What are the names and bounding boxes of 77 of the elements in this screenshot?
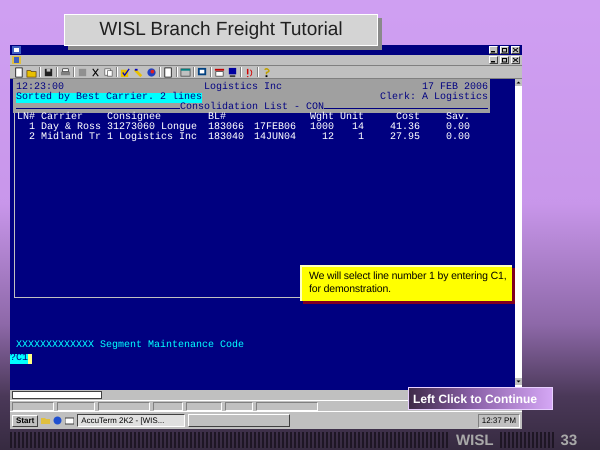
input-field[interactable] [12,391,102,399]
continue-button[interactable]: Left Click to Continue [408,387,553,410]
help-icon[interactable] [261,66,272,78]
table-cell-text: 0.00 [444,133,470,143]
app-icon [12,46,21,54]
table-cell-text: 183040 [208,133,246,143]
table-cell-text: 1 Logistics Inc [107,133,198,143]
table-cell-text: 1 [356,133,364,143]
table-cell-text: Day & Ross [41,123,102,133]
date-text: 17 FEB 2006 [422,83,488,93]
callout-note: We will select line number 1 by entering C1, for demonstration. [300,265,512,301]
page-icon[interactable] [163,66,174,78]
alert-icon[interactable] [244,66,255,78]
table-cell-text: 1000 [308,123,334,133]
sort-note: Sorted by Best Carrier. 2 lines [16,93,202,103]
column-header: Cost [396,113,420,123]
scrollbar[interactable] [515,79,522,390]
scroll-up-icon[interactable] [515,79,522,86]
status-panel [57,402,95,410]
globe-icon[interactable] [53,416,62,425]
status-panel [225,402,253,410]
status-panel [256,402,318,410]
globe-icon[interactable] [146,66,157,78]
terminal-icon[interactable] [214,66,225,78]
close-icon [512,57,519,63]
table-cell-text: 41.36 [388,123,420,133]
status-panel [12,402,54,410]
check-icon[interactable] [120,66,131,78]
table-cell-text: 14 [350,123,364,133]
table-cell-text: 12 [320,133,334,143]
column-header: LN# [17,113,36,123]
document-icon [12,56,21,64]
copy-icon[interactable] [103,66,114,78]
brand-text: WISL [456,432,494,448]
clerk-text: Clerk: A Logistics [380,93,488,103]
taskbar-task[interactable]: AccuTerm 2K2 - [WIS... [77,414,186,427]
time-text: 12:23:00 [16,83,64,93]
list-title: Consolidation List - CON [180,103,324,113]
printer-icon[interactable] [60,66,71,78]
table-cell-text: Midland Tr [41,133,102,143]
table-cell-text: 183066 [208,123,246,133]
start-button[interactable]: Start [12,414,38,426]
minimize-button[interactable] [489,46,498,54]
column-header: Unit [338,113,364,123]
close-icon [512,47,519,53]
clock-text: 12:37 PM [482,416,516,425]
document-icon[interactable] [13,66,24,78]
text-cursor [28,354,32,364]
status-panel [153,402,183,410]
cut-icon[interactable] [90,66,101,78]
page-number: 33 [560,432,578,448]
status-panel [98,402,150,410]
table-cell-text: 0.00 [444,123,470,133]
column-header: BL# [208,113,226,123]
column-header: Consignee [107,113,162,123]
table-cell-text: 14JUN04 [254,133,298,143]
close-button[interactable] [511,46,520,54]
stripe-bar [500,432,554,448]
monitor-icon[interactable] [227,66,238,78]
column-header: Sav. [444,113,470,123]
company-name: Logistics Inc [204,83,282,93]
table-cell-text: 17FEB06 [254,123,298,133]
minimize-button[interactable] [489,56,498,64]
table-cell-text: 31273060 Longue [107,123,198,133]
column-header: Carrier [41,113,84,123]
status-panel [186,402,222,410]
column-header: Wght [308,113,334,123]
taskbar-task[interactable] [188,414,290,427]
window-icon[interactable] [180,66,191,78]
table-cell-text: 1 [28,123,36,133]
pencil-icon[interactable] [133,66,144,78]
table-cell-text: 2 [28,133,36,143]
prompt-label: XXXXXXXXXXXXX Segment Maintenance Code [15,341,246,351]
close-button[interactable] [511,56,520,64]
table-cell-text: 27.95 [388,133,420,143]
scroll-down-icon[interactable] [515,378,522,385]
screen-icon[interactable] [197,66,208,78]
